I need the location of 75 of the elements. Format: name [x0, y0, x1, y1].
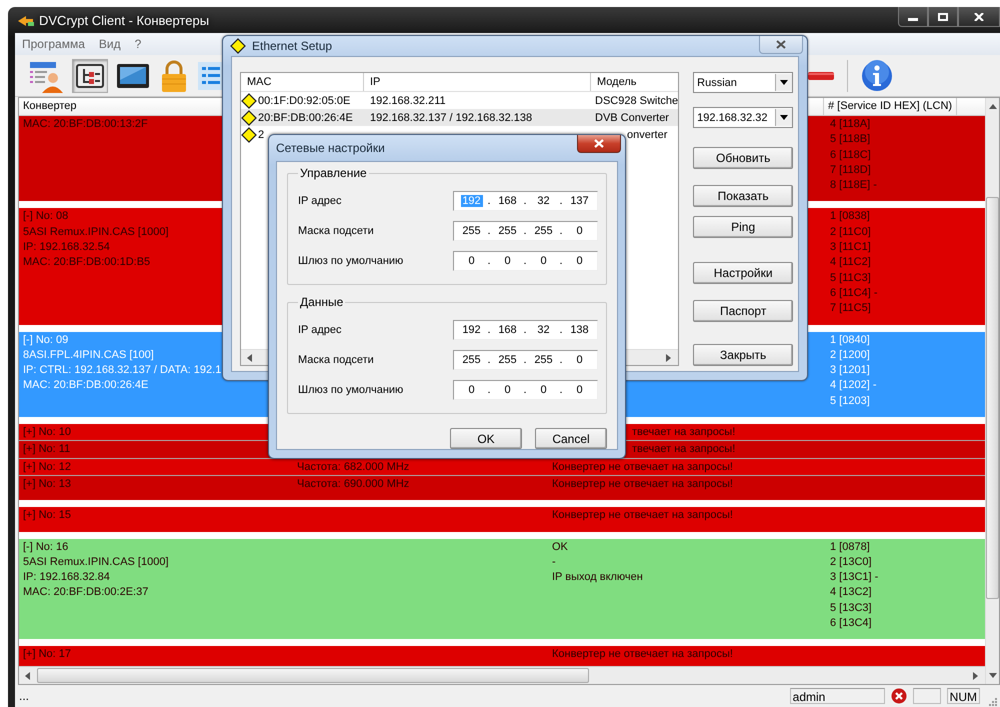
- cell-text: 7 [11C5]: [830, 301, 871, 316]
- cell-text: onverter: [627, 128, 668, 140]
- cell-text: 6 [11C4] -: [830, 286, 878, 301]
- cell-text: [+] No: 11: [23, 442, 70, 458]
- cell-text: 5 [1203]: [830, 394, 870, 409]
- cell-text: 192.168.32.211: [370, 94, 446, 106]
- cell-text: OK: [552, 540, 568, 555]
- dialog-title: Сетевые настройки: [276, 141, 385, 155]
- cell-text: IP выход включен: [552, 570, 643, 586]
- cell-text: 8ASI.FPL.4IPIN.CAS [100]: [23, 348, 154, 363]
- cell-text: [+] No: 10: [23, 425, 72, 440]
- cell-text: 5ASI Remux.IPIN.CAS [1000]: [23, 554, 169, 570]
- cell-text: 4 [1202] -: [830, 378, 876, 394]
- cell-text: 5 [13C3]: [830, 600, 872, 616]
- cell-text: DVB Converter: [595, 112, 669, 124]
- cell-text: 4 [118A]: [830, 117, 870, 132]
- cell-text: -: [552, 554, 556, 570]
- cell-text: IP: 192.168.32.84: [23, 570, 110, 586]
- cell-text: твечает на запросы!: [632, 425, 736, 440]
- cell-text: [-] No: 09: [23, 332, 68, 348]
- field-label: IP адрес: [298, 195, 343, 207]
- cell-text: 192.168.32.137 / 192.168.32.138: [370, 112, 532, 124]
- cell-text: Конвертер не отвечает на запросы!: [552, 508, 733, 524]
- cell-text: 5 [118B]: [830, 132, 870, 148]
- cell-text: [-] No: 16: [23, 540, 68, 555]
- cell-text: 2 [1200]: [830, 348, 870, 363]
- cell-text: MAC: 20:BF:DB:00:1D:B5: [23, 255, 150, 270]
- field-label: IP адрес: [298, 324, 343, 336]
- group-title: Данные: [299, 295, 344, 309]
- group-title: Управление: [299, 166, 368, 180]
- field-label: Маска подсети: [298, 354, 375, 366]
- cell-text: 6 [13C4]: [830, 616, 872, 632]
- cell-text: MAC: 20:BF:DB:00:13:2F: [23, 117, 148, 132]
- cell-text: 2 [11C0]: [830, 224, 871, 240]
- cell-text: 8 [118E] -: [830, 178, 877, 194]
- cell-text: Частота: 690.000 MHz: [297, 476, 410, 492]
- cell-text: 3 [1201]: [830, 363, 870, 378]
- status-text: ...: [19, 689, 30, 703]
- cell-text: IP: CTRL: 192.168.32.137 / DATA: 192.1: [23, 363, 222, 378]
- cell-text: 3 [13C1] -: [830, 570, 878, 586]
- cell-text: 7 [118D]: [830, 162, 871, 178]
- cell-text: [+] No: 15: [23, 508, 72, 524]
- cell-text: IP: 192.168.32.54: [23, 240, 110, 256]
- field-label: Шлюз по умолчанию: [298, 255, 404, 267]
- cell-text: [+] No: 17: [23, 647, 72, 662]
- cell-text: 3 [11C1]: [830, 240, 871, 256]
- cell-text: 1 [0840]: [830, 332, 870, 348]
- cell-text: 5ASI Remux.IPIN.CAS [1000]: [23, 224, 169, 240]
- cell-text: Частота: 682.000 MHz: [297, 460, 410, 475]
- window-title: DVCrypt Client - Конвертеры: [39, 12, 210, 28]
- cell-text: Конвертер не отвечает на запросы!: [552, 476, 733, 492]
- cell-text: DSC928 Switche: [595, 94, 678, 106]
- cell-text: [+] No: 13: [23, 476, 72, 492]
- cell-text: 4 [11C2]: [830, 255, 871, 270]
- cell-text: 1 [0838]: [830, 209, 870, 224]
- cell-text: 20:BF:DB:00:26:4E: [258, 112, 353, 124]
- cell-text: [+] No: 12: [23, 460, 72, 475]
- cell-text: 1 [0878]: [830, 540, 870, 555]
- cell-text: 00:1F:D0:92:05:0E: [258, 94, 350, 106]
- num-indicator: NUM: [946, 688, 980, 704]
- cell-text: [-] No: 08: [23, 209, 68, 224]
- cell-text: 6 [118C]: [830, 148, 871, 163]
- cell-text: MAC: 20:BF:DB:00:2E:37: [23, 585, 148, 600]
- field-label: Маска подсети: [298, 225, 375, 237]
- user-panel: admin: [790, 688, 885, 704]
- cell-text: MAC: 20:BF:DB:00:26:4E: [23, 378, 148, 394]
- cell-text: 2 [13C0]: [830, 554, 872, 570]
- cell-text: 2: [258, 128, 264, 140]
- cell-text: Конвертер не отвечает на запросы!: [552, 647, 733, 662]
- cell-text: 5 [11C3]: [830, 270, 871, 286]
- cell-text: Конвертер не отвечает на запросы!: [552, 460, 733, 475]
- cell-text: твечает на запросы!: [632, 442, 736, 458]
- field-label: Шлюз по умолчанию: [298, 384, 404, 396]
- dialog-title: Ethernet Setup: [252, 39, 332, 53]
- cell-text: 4 [13C2]: [830, 585, 872, 600]
